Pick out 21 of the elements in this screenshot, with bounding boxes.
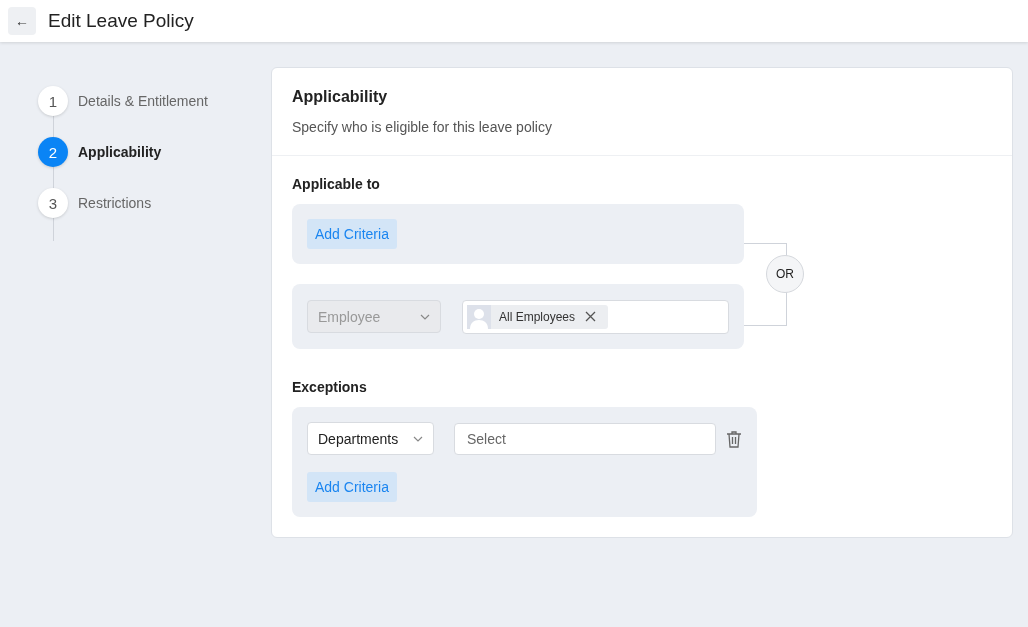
section-title: Applicability [292, 88, 389, 106]
step-number: 3 [38, 188, 68, 218]
criteria-dropdown[interactable]: Departments [307, 422, 434, 455]
step-label[interactable]: Applicability [78, 144, 162, 160]
step-label[interactable]: Details & Entitlement [78, 93, 208, 109]
step-label[interactable]: Restrictions [78, 195, 152, 211]
add-criteria-button[interactable]: Add Criteria [307, 472, 397, 502]
page-title: Edit Leave Policy [48, 10, 194, 32]
add-criteria-button[interactable]: Add Criteria [307, 219, 397, 249]
select-field[interactable]: Select [454, 422, 716, 455]
exceptions-label: Exceptions [292, 379, 368, 395]
trash-icon[interactable] [726, 429, 742, 448]
back-button[interactable]: ← [8, 7, 36, 35]
applicable-to-label: Applicable to [292, 176, 381, 192]
or-badge: OR [766, 255, 804, 293]
avatar-icon [467, 304, 491, 329]
close-icon[interactable] [585, 311, 597, 322]
section-subtitle: Specify who is eligible for this leave policy [292, 119, 553, 135]
chip-label: All Employees [498, 309, 577, 324]
step-number: 1 [38, 86, 68, 116]
step-number: 2 [38, 137, 68, 167]
